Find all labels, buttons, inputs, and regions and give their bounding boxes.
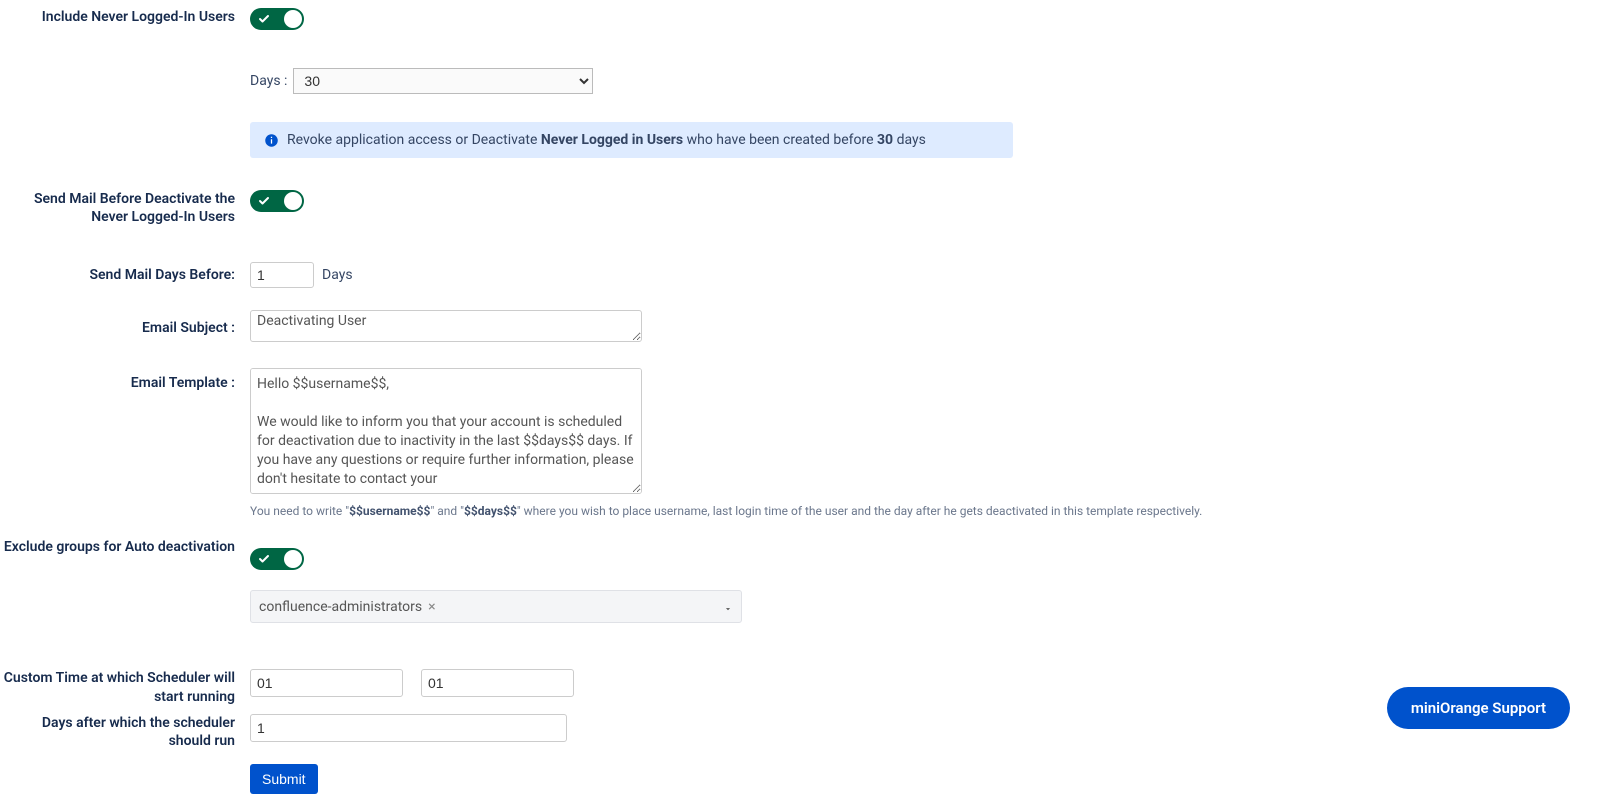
days-select[interactable]: 30: [293, 68, 593, 94]
email-template-input[interactable]: [250, 368, 642, 494]
include-never-toggle[interactable]: [250, 8, 304, 30]
toggle-knob: [284, 10, 302, 28]
info-text: Revoke application access or Deactivate …: [287, 132, 926, 148]
check-icon: [258, 195, 270, 207]
email-subject-input[interactable]: [250, 310, 642, 342]
days-after-input[interactable]: [250, 714, 567, 742]
email-template-label: Email Template :: [0, 368, 250, 392]
custom-time-label: Custom Time at which Scheduler will star…: [0, 669, 250, 705]
toggle-knob: [284, 192, 302, 210]
info-banner: Revoke application access or Deactivate …: [250, 122, 1013, 158]
support-button[interactable]: miniOrange Support: [1387, 687, 1570, 729]
group-chip-label: confluence-administrators: [259, 599, 422, 615]
email-subject-label: Email Subject :: [0, 319, 250, 337]
template-helper: You need to write "$$username$$" and "$$…: [250, 504, 1600, 518]
exclude-groups-label: Exclude groups for Auto deactivation: [0, 538, 250, 556]
group-chip: confluence-administrators ×: [259, 599, 436, 615]
exclude-groups-select[interactable]: confluence-administrators ×: [250, 590, 742, 623]
info-icon: [264, 133, 279, 148]
chip-remove-icon[interactable]: ×: [428, 599, 435, 615]
chevron-down-icon: [723, 602, 733, 612]
scheduler-hour-input[interactable]: [250, 669, 403, 697]
send-mail-before-toggle[interactable]: [250, 190, 304, 212]
days-suffix: Days: [322, 267, 353, 283]
send-mail-days-label: Send Mail Days Before:: [0, 266, 250, 284]
send-mail-days-input[interactable]: [250, 262, 314, 288]
toggle-knob: [284, 550, 302, 568]
days-after-label: Days after which the scheduler should ru…: [0, 714, 250, 750]
send-mail-before-label: Send Mail Before Deactivate the Never Lo…: [0, 190, 250, 226]
days-label: Days :: [250, 73, 287, 89]
exclude-groups-toggle[interactable]: [250, 548, 304, 570]
scheduler-minute-input[interactable]: [421, 669, 574, 697]
check-icon: [258, 553, 270, 565]
include-never-label: Include Never Logged-In Users: [0, 8, 250, 26]
check-icon: [258, 13, 270, 25]
